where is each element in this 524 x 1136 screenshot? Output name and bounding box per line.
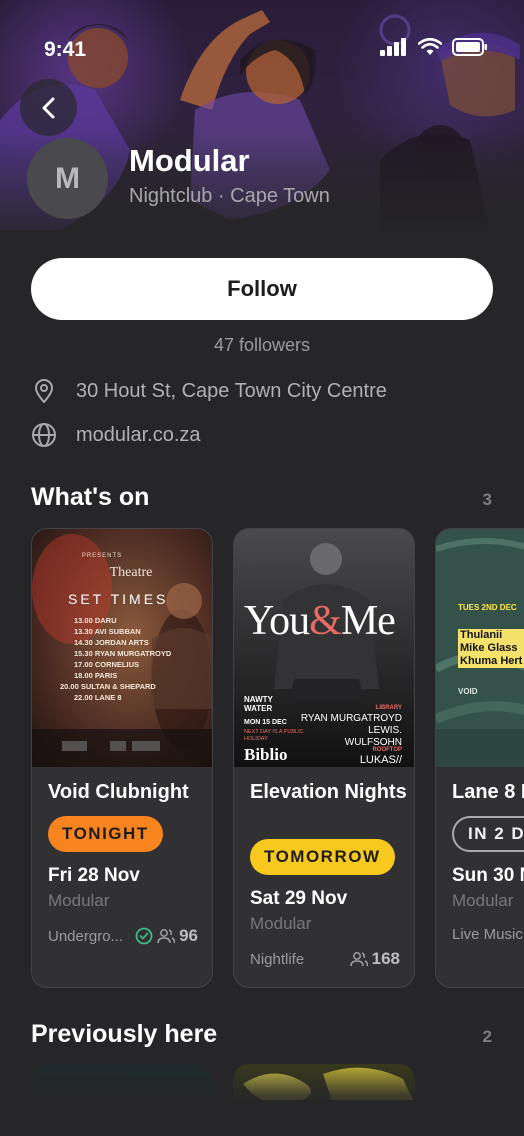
event-footer: Live Music [452, 926, 524, 943]
event-poster: You&Me NAWTY WATER MON 15 DEC NEXT DAY I… [234, 529, 414, 767]
event-poster: PRESENTS Theatre SET TIMES 13.00 DARU 13… [32, 529, 212, 767]
event-genre: Nightlife [250, 950, 305, 968]
poster-date: MON 15 DEC [244, 719, 287, 726]
event-date: Sat 29 Nov [250, 888, 348, 909]
poster-date: TUES 2ND DEC [458, 603, 517, 612]
whats-on-title: What's on [31, 483, 150, 511]
poster-label: LIBRARY [375, 705, 402, 711]
people-icon [157, 929, 176, 944]
poster-brand: NAWTY WATER [244, 695, 273, 713]
attendee-count: 168 [371, 949, 400, 968]
followers-count: 47 followers [213, 335, 311, 355]
poster-lineup-item: 13.00 DARU [74, 616, 117, 625]
status-badge: TONIGHT [48, 816, 163, 852]
verified-check-icon [135, 927, 153, 945]
poster-heading: SET TIMES [68, 591, 169, 607]
event-poster: TUES 2ND DEC Thulanii Mike Glass Khuma H… [436, 529, 524, 767]
previously-here-count: 2 [482, 1027, 492, 1046]
status-icons [380, 38, 488, 56]
website-row[interactable]: modular.co.za [31, 422, 201, 448]
wifi-icon [418, 38, 442, 55]
poster-lineup: Thulanii Mike Glass Khuma Hert [458, 629, 524, 668]
address-text: 30 Hout St, Cape Town City Centre [76, 379, 387, 402]
poster-lineup-item: 15.30 RYAN MURGATROYD [74, 649, 172, 658]
poster-title: You&Me [244, 597, 408, 645]
events-carousel[interactable]: PRESENTS Theatre SET TIMES 13.00 DARU 13… [31, 528, 524, 990]
poster-presents: PRESENTS [81, 553, 123, 559]
status-bar: 9:41 [0, 0, 524, 90]
event-title: Elevation Nights [250, 781, 407, 803]
poster-logo: VOID [458, 687, 478, 696]
poster-lineup-item: 22.00 LANE 8 [74, 693, 122, 702]
people-icon [349, 952, 368, 967]
poster-lineup-item: Thulanii [458, 629, 524, 642]
event-genre: Live Music [452, 926, 523, 943]
website-link[interactable]: modular.co.za [76, 424, 201, 447]
event-footer: Undergro... 96 [48, 926, 198, 946]
poster-lineup-item: RYAN MURGATROYD [300, 713, 402, 724]
poster-lineup-item: 20.00 SULTAN & SHEPARD [60, 682, 156, 691]
status-time: 9:41 [44, 38, 87, 61]
event-footer: Nightlife 168 [250, 949, 400, 969]
event-venue: Modular [452, 891, 514, 910]
venue-name: Modular [129, 143, 250, 178]
status-badge: TOMORROW [250, 839, 395, 875]
event-card[interactable]: TUES 2ND DEC Thulanii Mike Glass Khuma H… [435, 528, 524, 988]
poster-venue: Biblio [244, 745, 288, 764]
signal-icon [380, 38, 406, 56]
poster-rooftop: LUKAS// [359, 754, 402, 766]
event-title: Lane 8 L [452, 781, 524, 803]
battery-icon [452, 38, 487, 56]
poster-word: Me [340, 598, 396, 644]
attendees: 96 [157, 926, 198, 946]
poster-lineup-item: 17.00 CORNELIUS [74, 660, 140, 669]
venue-subtitle: Nightclub · Cape Town [129, 185, 330, 207]
poster-label: ROOFTOP [372, 747, 402, 753]
bottom-fade [0, 1062, 524, 1136]
poster-lineup-item: LEWIS. [368, 725, 402, 736]
whats-on-count: 3 [482, 490, 492, 509]
attendees: 168 [349, 949, 400, 969]
event-card[interactable]: PRESENTS Theatre SET TIMES 13.00 DARU 13… [31, 528, 213, 988]
poster-lineup-item: Khuma Hert [458, 655, 524, 668]
poster-lineup-item: Mike Glass [458, 642, 524, 655]
address-row[interactable]: 30 Hout St, Cape Town City Centre [31, 378, 387, 404]
event-title: Void Clubnight [48, 781, 189, 803]
poster-lineup-item: 18.00 PARIS [74, 671, 118, 680]
poster-word: You [244, 598, 310, 644]
poster-lineup: RYAN MURGATROYD LEWIS. WULFSOHN [301, 713, 402, 749]
chevron-left-icon [42, 97, 54, 118]
attendee-count: 96 [179, 926, 198, 945]
event-venue: Modular [250, 914, 312, 933]
location-pin-icon [31, 378, 57, 404]
event-date: Sun 30 N [452, 865, 524, 886]
venue-avatar: M [27, 138, 108, 219]
back-button[interactable] [20, 79, 77, 136]
poster-lineup-item: 13.30 AVI SUBBAN [74, 627, 141, 636]
globe-icon [31, 422, 57, 448]
poster-lineup: 13.00 DARU 13.30 AVI SUBBAN 14.30 JORDAN… [60, 615, 172, 703]
poster-ampersand: & [309, 598, 342, 644]
follow-button[interactable]: Follow [31, 258, 493, 320]
status-badge: IN 2 D [452, 816, 524, 852]
previously-here-title: Previously here [31, 1020, 218, 1048]
event-genre: Undergro... [48, 927, 124, 945]
event-venue: Modular [48, 891, 110, 910]
event-date: Fri 28 Nov [48, 865, 140, 886]
poster-header: Theatre [109, 565, 153, 580]
poster-lineup-item: 14.30 JORDAN ARTS [74, 638, 149, 647]
event-card[interactable]: You&Me NAWTY WATER MON 15 DEC NEXT DAY I… [233, 528, 415, 988]
poster-note: NEXT DAY IS A PUBLIC HOLIDAY [244, 729, 304, 742]
